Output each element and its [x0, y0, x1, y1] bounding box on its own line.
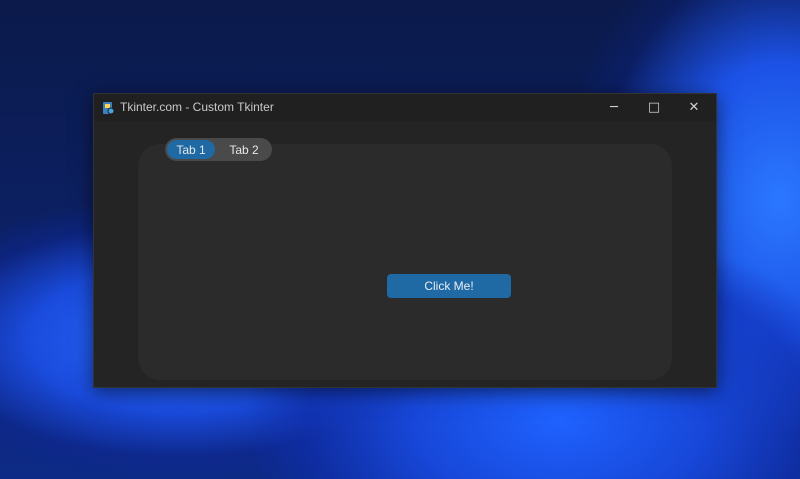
- close-button[interactable]: ✕: [674, 94, 714, 121]
- minimize-button[interactable]: ─: [594, 94, 634, 121]
- title-bar[interactable]: Tkinter.com - Custom Tkinter ─ □ ✕: [94, 94, 716, 121]
- app-window: Tkinter.com - Custom Tkinter ─ □ ✕ Click…: [93, 93, 717, 388]
- python-file-icon: [101, 100, 115, 115]
- close-icon: ✕: [688, 100, 700, 115]
- tabview-content-frame: Click Me!: [138, 144, 672, 380]
- maximize-icon: □: [647, 100, 661, 115]
- window-title: Tkinter.com - Custom Tkinter: [120, 100, 274, 114]
- maximize-button[interactable]: □: [634, 94, 674, 121]
- minimize-icon: ─: [610, 100, 618, 115]
- tab-1[interactable]: Tab 1: [167, 140, 215, 159]
- tab-2[interactable]: Tab 2: [219, 140, 269, 159]
- click-me-button[interactable]: Click Me!: [387, 274, 511, 298]
- tab-selector: Tab 1 Tab 2: [165, 138, 272, 161]
